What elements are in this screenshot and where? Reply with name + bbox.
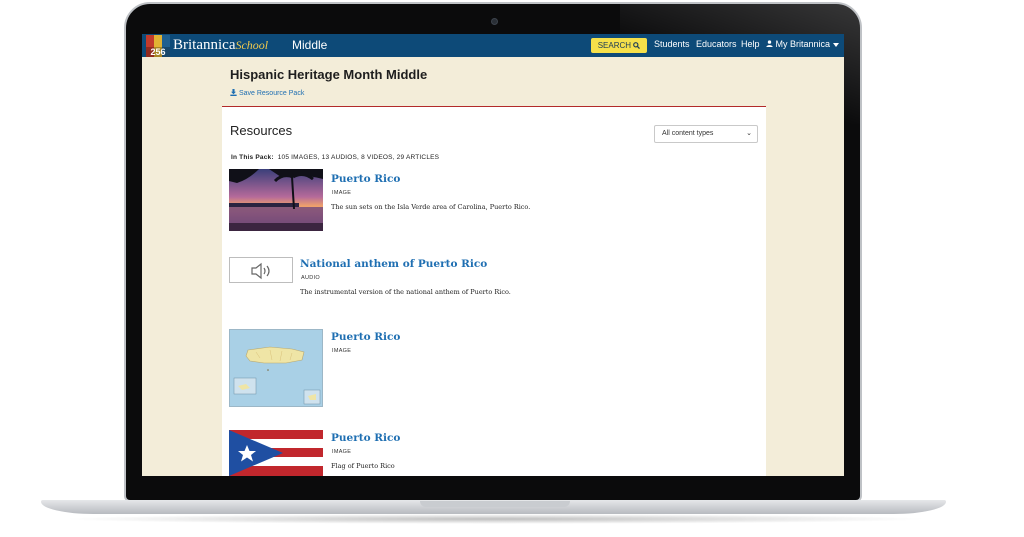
item-type: IMAGE xyxy=(332,449,352,455)
map-thumbnail[interactable] xyxy=(229,329,323,407)
britannica-logo-icon[interactable]: 256 xyxy=(146,35,170,57)
page-header: Hispanic Heritage Month Middle Save Reso… xyxy=(222,57,766,107)
save-resource-pack-link[interactable]: Save Resource Pack xyxy=(230,89,304,97)
user-icon xyxy=(766,40,773,47)
sunset-thumbnail[interactable] xyxy=(229,169,323,231)
puerto-rico-map-image xyxy=(230,330,322,406)
pack-summary: In This Pack: 105 IMAGES, 13 AUDIOS, 8 V… xyxy=(231,154,439,161)
browser-screen: 256 BritannicaSchool Middle SEARCH Stude… xyxy=(142,34,844,476)
site-header: 256 BritannicaSchool Middle SEARCH Stude… xyxy=(142,34,844,57)
speaker-icon xyxy=(251,262,270,280)
summary-label: In This Pack: xyxy=(231,154,274,161)
search-icon xyxy=(633,42,641,49)
item-title-puerto-rico-map[interactable]: Puerto Rico xyxy=(331,331,400,343)
item-title-puerto-rico-flag[interactable]: Puerto Rico xyxy=(331,432,400,444)
nav-students[interactable]: Students xyxy=(654,39,690,49)
content-panel: Hispanic Heritage Month Middle Save Reso… xyxy=(222,57,766,476)
flag-thumbnail[interactable] xyxy=(229,430,323,476)
item-type: AUDIO xyxy=(301,275,320,281)
nav-educators[interactable]: Educators xyxy=(696,39,737,49)
page-title: Hispanic Heritage Month Middle xyxy=(230,67,428,82)
puerto-rico-flag-image xyxy=(229,430,323,476)
laptop-shadow xyxy=(60,514,930,524)
logo-number: 256 xyxy=(146,47,170,57)
chevron-down-icon: ⌄ xyxy=(746,130,752,137)
item-title-puerto-rico-sunset[interactable]: Puerto Rico xyxy=(331,173,400,185)
item-description: The sun sets on the Isla Verde area of C… xyxy=(331,203,531,211)
camera-icon xyxy=(491,18,498,25)
nav-help[interactable]: Help xyxy=(741,39,760,49)
item-description: Flag of Puerto Rico xyxy=(331,462,395,470)
audio-thumbnail[interactable] xyxy=(229,257,293,283)
content-type-select[interactable]: All content types ⌄ xyxy=(654,125,758,143)
laptop-mockup: 256 BritannicaSchool Middle SEARCH Stude… xyxy=(0,0,1024,537)
sunset-image xyxy=(229,169,323,231)
item-description: The instrumental version of the national… xyxy=(300,288,511,296)
save-link-label: Save Resource Pack xyxy=(238,90,305,97)
account-menu[interactable]: My Britannica xyxy=(766,39,839,49)
brand-level: Middle xyxy=(292,38,328,52)
item-title-national-anthem[interactable]: National anthem of Puerto Rico xyxy=(300,258,487,270)
search-label: SEARCH xyxy=(597,41,632,50)
brand-text: Britannica xyxy=(173,37,236,53)
content-type-value: All content types xyxy=(662,130,714,137)
brand-name[interactable]: BritannicaSchool xyxy=(173,37,268,54)
caret-down-icon xyxy=(832,43,839,47)
download-icon xyxy=(230,89,237,96)
summary-counts: 105 IMAGES, 13 AUDIOS, 8 VIDEOS, 29 ARTI… xyxy=(277,154,440,161)
brand-school: School xyxy=(235,38,269,52)
laptop-base-notch xyxy=(420,501,570,507)
item-type: IMAGE xyxy=(332,190,352,196)
account-label: My Britannica xyxy=(775,39,831,49)
resources-heading: Resources xyxy=(230,123,293,138)
search-button[interactable]: SEARCH xyxy=(591,38,647,53)
item-type: IMAGE xyxy=(332,348,352,354)
